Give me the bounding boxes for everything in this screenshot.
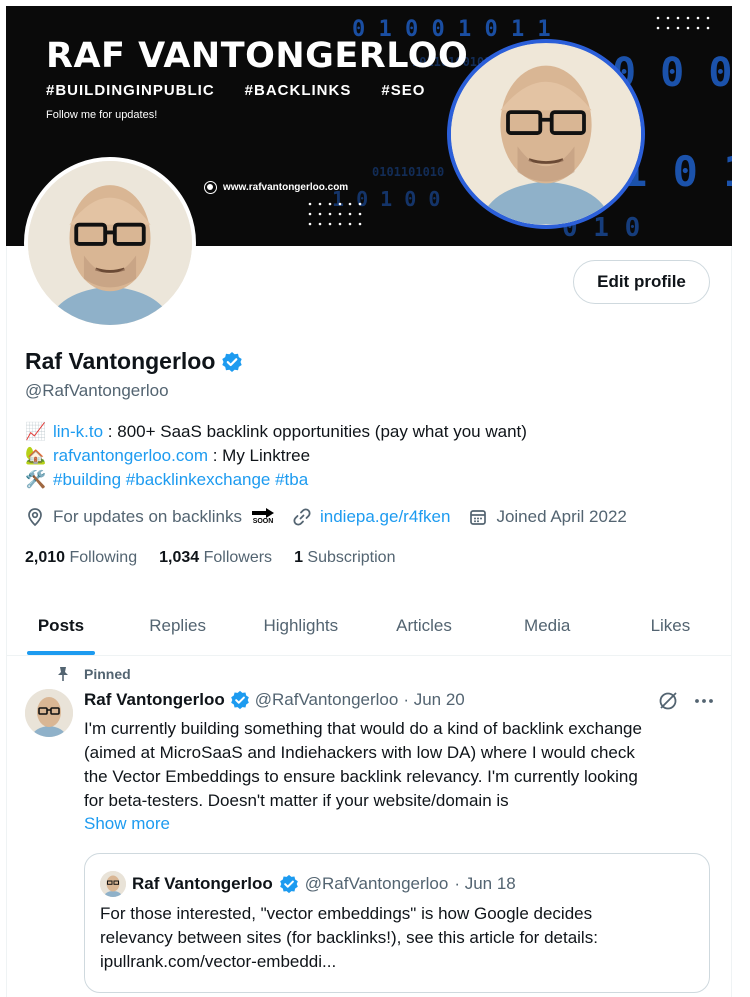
location-pin-icon <box>28 508 42 527</box>
followers-stat[interactable]: 1,034 Followers <box>159 549 272 567</box>
bio-link[interactable]: rafvantongerloo.com <box>53 446 208 465</box>
tab-highlights[interactable]: Highlights <box>239 596 362 655</box>
bio-link[interactable]: lin-k.to <box>53 422 103 441</box>
banner-tags: #BUILDINGINPUBLIC #BACKLINKS #SEO <box>46 82 425 99</box>
banner-website-text: www.rafvantongerloo.com <box>223 182 349 193</box>
tweet-actions <box>657 690 715 712</box>
quoted-tweet[interactable]: Raf Vantongerloo @RafVantongerloo · Jun … <box>84 853 710 993</box>
quoted-tweet-header: Raf Vantongerloo @RafVantongerloo · Jun … <box>100 871 516 897</box>
show-more-link[interactable]: Show more <box>84 814 170 834</box>
tab-posts[interactable]: Posts <box>6 596 116 655</box>
banner-website: www.rafvantongerloo.com <box>204 181 348 194</box>
calendar-icon <box>470 510 487 525</box>
profile-joined: Joined April 2022 <box>468 507 627 527</box>
chart-increasing-icon: 📈 <box>25 422 47 441</box>
quoted-author-handle: @RafVantongerloo <box>304 874 449 893</box>
bio-text: : My Linktree <box>207 446 311 465</box>
subscription-count: 1 <box>294 549 303 566</box>
svg-text:0101101010: 0101101010 <box>372 165 444 179</box>
bio-line: 📈 lin-k.to : 800+ SaaS backlink opportun… <box>25 420 527 444</box>
subscription-stat[interactable]: 1 Subscription <box>294 549 395 567</box>
soon-arrow-badge: SOON <box>252 508 274 526</box>
quoted-author-name: Raf Vantongerloo <box>132 874 273 893</box>
tab-media[interactable]: Media <box>486 596 609 655</box>
quoted-author-avatar <box>100 871 126 897</box>
edit-profile-button[interactable]: Edit profile <box>573 260 710 304</box>
dot-grid-decoration <box>308 202 362 226</box>
tab-articles[interactable]: Articles <box>362 596 485 655</box>
tweet-text-line: the Vector Embeddings to ensure backlink… <box>84 767 638 786</box>
quoted-text-line: For those interested, "vector embeddings… <box>100 904 593 923</box>
pinned-indicator: Pinned <box>56 666 131 682</box>
profile-tabs: Posts Replies Highlights Articles Media … <box>6 596 732 656</box>
verified-badge-icon[interactable] <box>221 351 243 373</box>
pin-icon <box>58 667 68 681</box>
profile-location: For updates on backlinks SOON <box>25 507 274 527</box>
profile-name-row: Raf Vantongerloo <box>25 348 243 375</box>
following-count: 2,010 <box>25 549 66 566</box>
quoted-tweet-text: For those interested, "vector embeddings… <box>100 902 690 974</box>
profile-meta: For updates on backlinks SOON indiepa.ge… <box>25 507 645 527</box>
tweet-text[interactable]: I'm currently building something that wo… <box>84 717 724 813</box>
joined-text: Joined April 2022 <box>496 507 627 526</box>
profile-url-text[interactable]: indiepa.ge/r4fken <box>320 507 450 527</box>
soon-label: SOON <box>252 518 274 525</box>
tweet-header: Raf Vantongerloo @RafVantongerloo · Jun … <box>84 690 465 710</box>
verified-badge-icon[interactable] <box>230 690 250 710</box>
tweet-text-line: for beta-testers. Doesn't matter if your… <box>84 791 509 810</box>
banner-follow-text: Follow me for updates! <box>46 109 158 121</box>
banner-tag: #BACKLINKS <box>244 82 352 99</box>
banner-title: RAF VANTONGERLOO <box>46 36 469 76</box>
followers-label: Followers <box>203 549 273 566</box>
following-label: Following <box>69 549 138 566</box>
bio-line: 🏡 rafvantongerloo.com : My Linktree <box>25 444 527 468</box>
profile-stats: 2,010 Following 1,034 Followers 1 Subscr… <box>25 549 417 567</box>
banner-tag: #SEO <box>381 82 426 99</box>
quoted-text-line: relevancy between sites (for backlinks!)… <box>100 928 598 947</box>
following-stat[interactable]: 2,010 Following <box>25 549 137 567</box>
pinned-label: Pinned <box>84 666 131 682</box>
tweet-text-line: I'm currently building something that wo… <box>84 719 642 738</box>
profile-bio: 📈 lin-k.to : 800+ SaaS backlink opportun… <box>25 420 527 492</box>
tweet-date[interactable]: · Jun 20 <box>403 690 464 710</box>
tweet-author-avatar[interactable] <box>25 689 73 737</box>
tweet-text-line: (aimed at MicroSaaS and Indiehackers wit… <box>84 743 635 762</box>
bio-text: : 800+ SaaS backlink opportunities (pay … <box>103 422 527 441</box>
tools-icon: 🛠️ <box>25 470 47 489</box>
arrow-right-icon <box>252 508 274 518</box>
tweet-author-handle[interactable]: @RafVantongerloo <box>255 690 399 710</box>
link-icon <box>293 508 311 526</box>
grok-icon[interactable] <box>657 690 679 712</box>
dot-grid-decoration <box>656 16 710 30</box>
location-text: For updates on backlinks <box>53 507 242 526</box>
banner-tag: #BUILDINGINPUBLIC <box>46 82 215 99</box>
tab-likes[interactable]: Likes <box>609 596 732 655</box>
tweet-author-name[interactable]: Raf Vantongerloo <box>84 690 225 710</box>
globe-icon <box>204 181 217 194</box>
followers-count: 1,034 <box>159 549 200 566</box>
bio-hashtags[interactable]: #building #backlinkexchange #tba <box>53 468 308 492</box>
profile-url[interactable]: indiepa.ge/r4fken <box>292 507 450 527</box>
more-options-icon[interactable] <box>693 690 715 712</box>
banner-portrait <box>447 39 645 229</box>
quoted-text-line: ipullrank.com/vector-embeddi... <box>100 952 337 971</box>
subscription-label: Subscription <box>307 549 396 566</box>
tab-replies[interactable]: Replies <box>116 596 239 655</box>
profile-avatar[interactable] <box>24 157 196 329</box>
bio-line: 🛠️ #building #backlinkexchange #tba <box>25 468 527 492</box>
display-name: Raf Vantongerloo <box>25 348 216 374</box>
verified-badge-icon <box>279 874 298 894</box>
profile-handle: @RafVantongerloo <box>25 381 169 400</box>
house-icon: 🏡 <box>25 446 47 465</box>
quoted-tweet-date: · Jun 18 <box>454 874 516 893</box>
